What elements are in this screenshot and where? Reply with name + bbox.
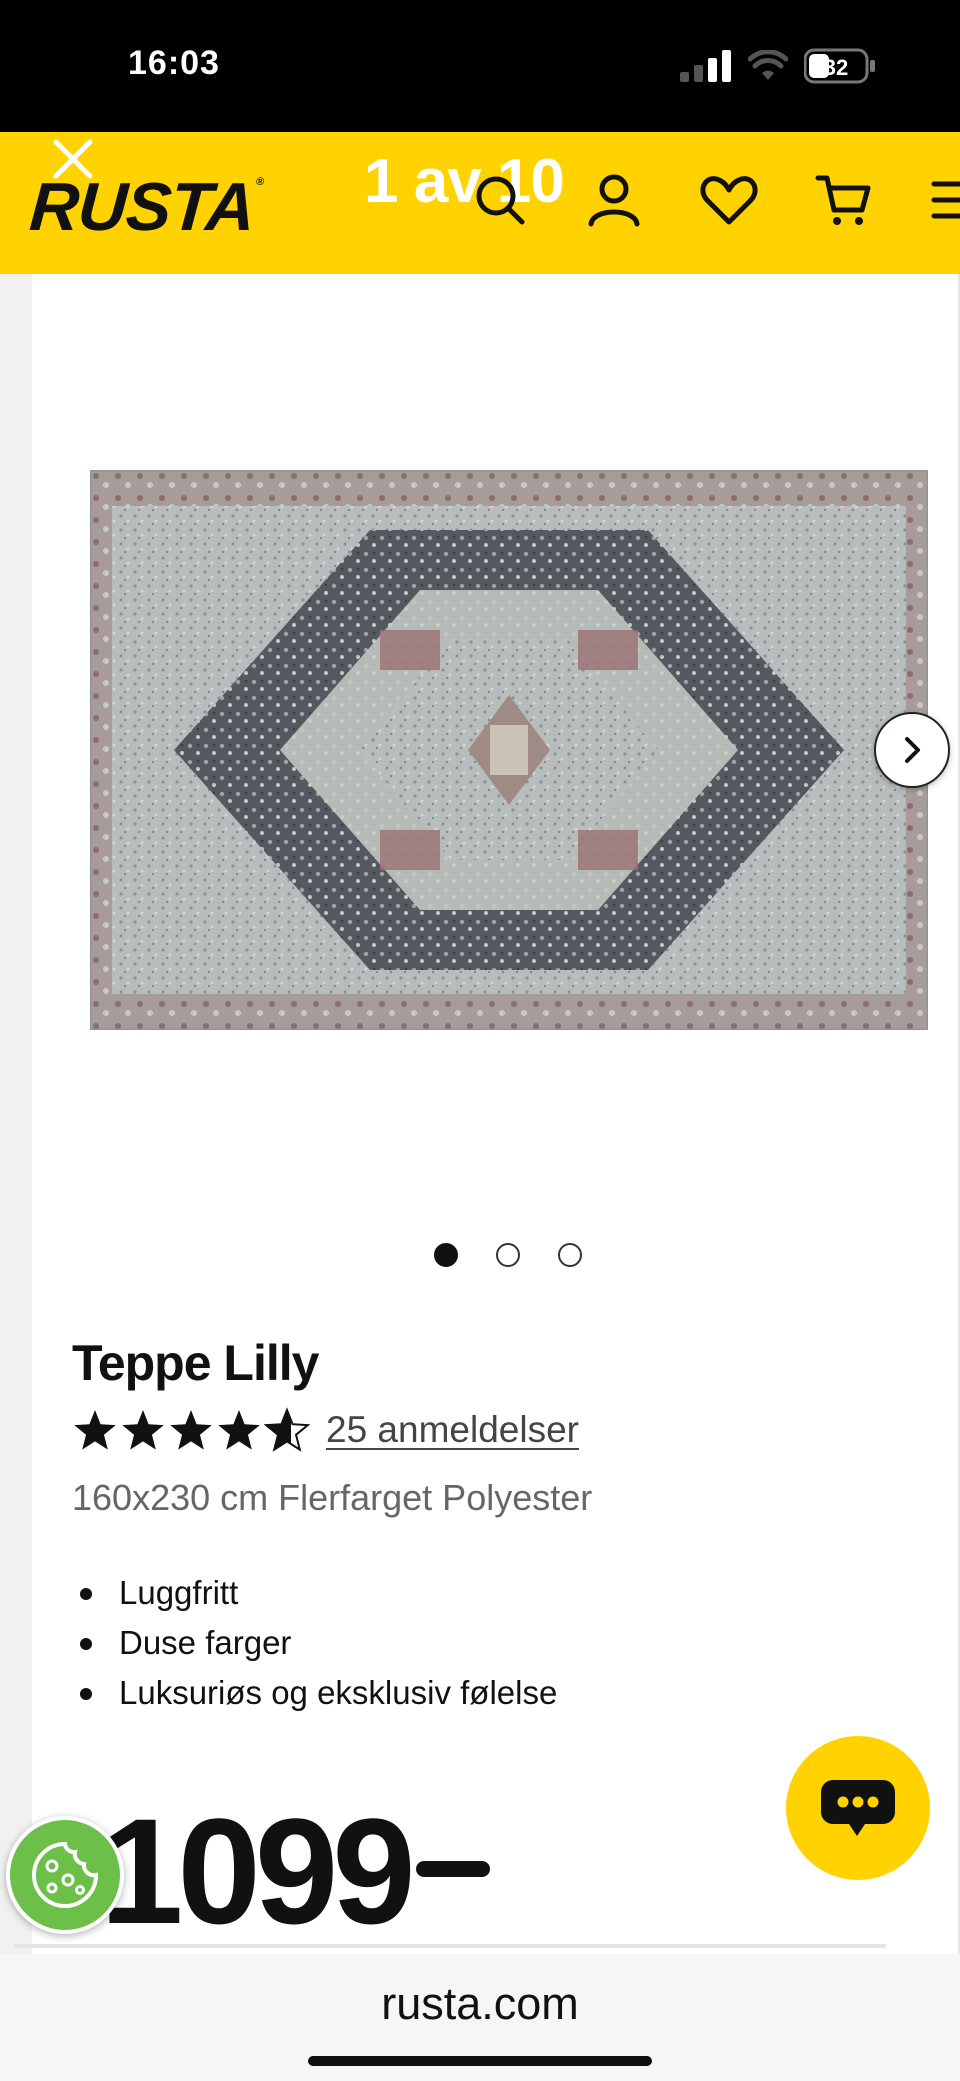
price-dash [415,1861,490,1878]
cellular-signal-icon [680,50,731,82]
star-icon [170,1410,212,1450]
cookie-settings-button[interactable] [6,1816,124,1934]
feature-item: Duse farger [72,1618,557,1668]
gallery-counter: 1 av 10 [364,147,565,216]
next-image-button[interactable] [874,712,950,788]
page-margin [0,274,32,1954]
cart-icon[interactable] [814,170,874,230]
bullet [80,1688,92,1700]
price: 1099 [100,1796,490,1946]
feature-item: Luggfritt [72,1568,557,1618]
battery-icon: 32 [803,48,876,84]
home-indicator[interactable] [308,2056,652,2066]
chat-icon [821,1780,895,1836]
gallery-dot-2[interactable] [496,1243,520,1267]
gallery-dot-1[interactable] [434,1243,458,1267]
chevron-right-icon [905,737,920,763]
menu-icon[interactable] [930,170,960,230]
gallery-dot-3[interactable] [558,1243,582,1267]
gallery-pagination [434,1243,594,1269]
product-subtitle: 160x230 cm Flerfarget Polyester [72,1477,593,1518]
star-rating [72,1407,310,1453]
heart-icon[interactable] [699,170,759,230]
status-time: 16:03 [128,44,220,82]
star-half-icon [264,1407,310,1452]
feature-list: Luggfritt Duse farger Luksuriøs og ekskl… [72,1568,557,1718]
chat-button[interactable] [786,1736,930,1880]
divider [14,1944,886,1948]
price-value: 1099 [100,1787,416,1955]
user-icon[interactable] [584,170,644,230]
reviews-link[interactable]: 25 anmeldelser [326,1409,579,1451]
feature-text: Duse farger [119,1624,292,1661]
feature-text: Luggfritt [119,1574,239,1611]
bullet [80,1638,92,1650]
star-icon [218,1410,260,1450]
rating-row: 25 anmeldelser [72,1402,579,1458]
star-icon [74,1410,116,1450]
product-title: Teppe Lilly [72,1335,319,1391]
feature-text: Luksuriøs og eksklusiv følelse [119,1674,558,1711]
status-bar: 16:03 32 [0,0,960,132]
star-icon [122,1410,164,1450]
search-icon[interactable] [470,170,530,230]
product-image[interactable] [88,468,930,1032]
feature-item: Luksuriøs og eksklusiv følelse [72,1668,557,1718]
close-icon[interactable] [50,136,96,182]
wifi-icon [748,50,788,80]
cookie-icon [32,1841,99,1908]
battery-level: 32 [824,55,848,80]
bullet [80,1588,92,1600]
registered-mark: ® [255,176,264,188]
address-url[interactable]: rusta.com [0,1978,960,2030]
browser-address-bar[interactable]: rusta.com [0,1954,960,2081]
